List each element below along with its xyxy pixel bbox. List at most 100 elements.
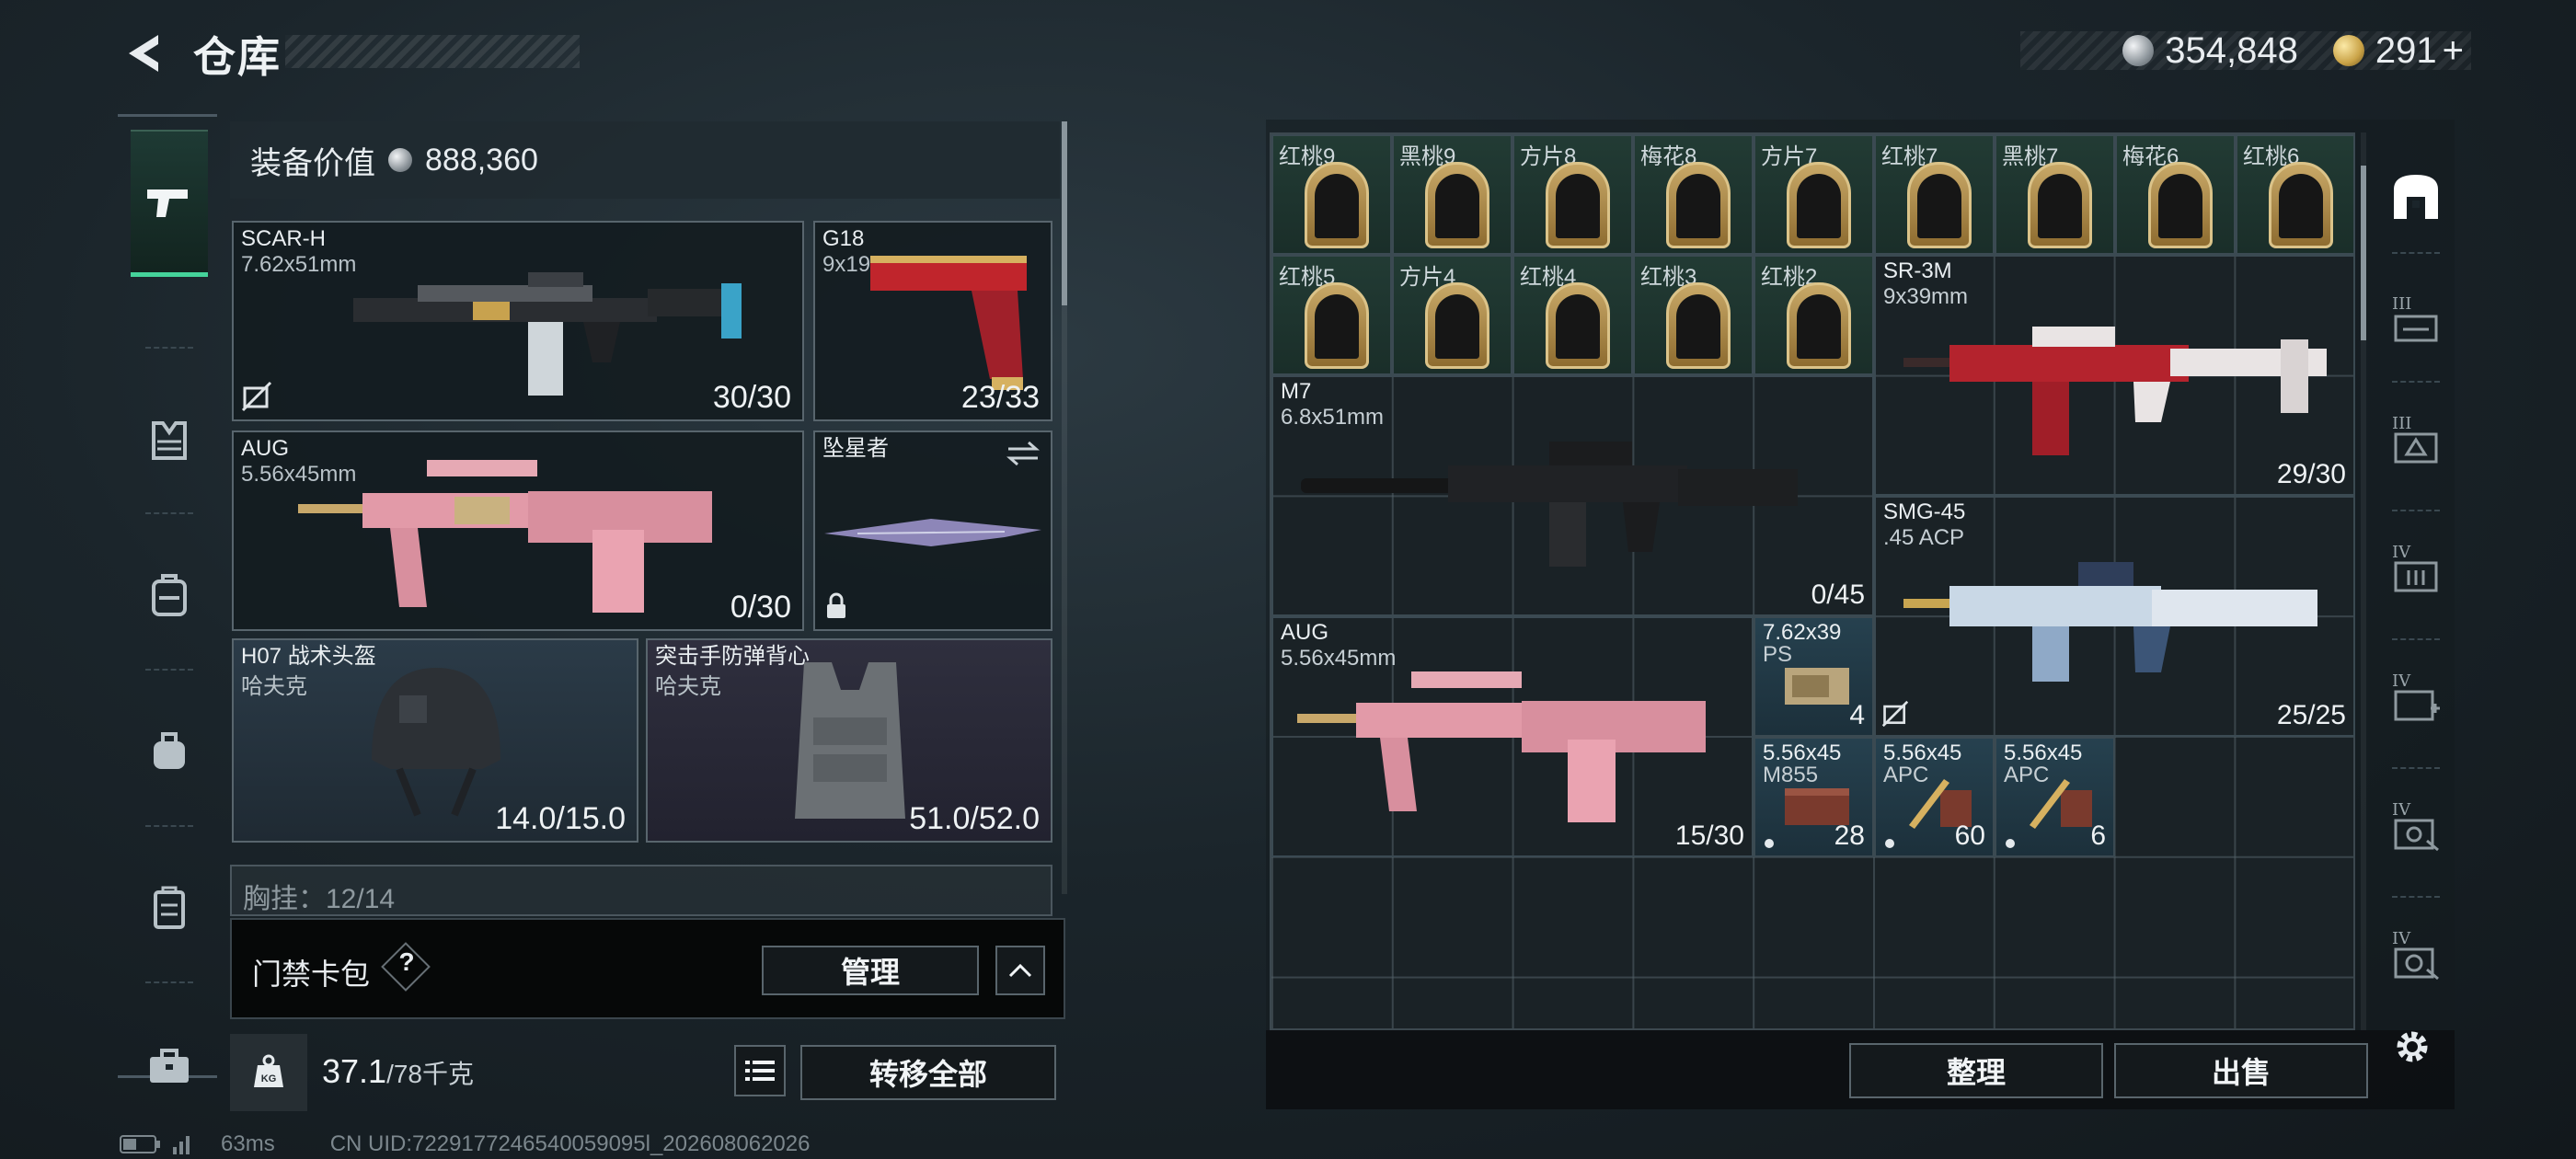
stash-actions: 整理 出售 [1266,1030,2455,1109]
filter-tier-3-gear[interactable]: III [2379,408,2453,482]
filter-all[interactable] [2379,160,2453,234]
weight-bar: KG 37.1/78千克 转移全部 [230,1034,1075,1111]
filter-tier-4-valuables[interactable]: IV [2379,924,2453,997]
keycard-item[interactable]: 红桃6 [2236,134,2355,255]
weapon-caliber: 7.62x51mm [241,252,357,277]
equipment-value: 888,360 [425,142,538,178]
nav-toolbox[interactable] [131,1027,208,1105]
keycard-item[interactable]: 黑桃7 [1995,134,2115,255]
status-bar: 63ms CN UID:7229177246540059095l_2026080… [120,1131,810,1157]
keycard-item[interactable]: 红桃5 [1271,255,1392,375]
armor-durability: 51.0/52.0 [909,801,1040,836]
weight-icon: KG [230,1034,307,1111]
stash-ammo-762-ps[interactable]: 7.62x39 PS 4 [1754,616,1874,737]
add-gold-button[interactable]: + [2443,30,2464,72]
stash-filter-nav: III III IV IV IV IV [2379,123,2453,1054]
gold-amount: 291 [2375,29,2437,71]
svg-text:KG: KG [261,1073,277,1084]
keycard-item[interactable]: 红桃3 [1633,255,1754,375]
silver-coin-icon [2122,35,2155,66]
pistol-slot[interactable]: G18 9x19mm 23/33 [813,221,1052,421]
help-icon[interactable]: ? [396,947,418,977]
secondary-weapon-slot[interactable]: AUG 5.56x45mm 0/30 [232,430,804,631]
stash-ammo-556-apc[interactable]: 5.56x45 APC 60 [1874,737,1995,857]
card-pack-label: 门禁卡包 [252,958,371,991]
chest-rig-icon [152,421,187,460]
keycard-item[interactable]: 红桃9 [1271,134,1392,255]
stash-grid[interactable]: 红桃9 黑桃9 方片8 梅花8 方片7 红桃7 黑桃7 梅花6 红桃6 红桃5 … [1270,132,2355,1030]
nav-pouch[interactable] [131,713,208,790]
keycard-item[interactable]: 红桃2 [1754,255,1874,375]
kettlebell-icon: KG [254,1054,283,1087]
gear-icon [2397,1031,2428,1062]
stash-scroll-thumb[interactable] [2361,166,2366,340]
keycard-item[interactable]: 红桃7 [1874,134,1995,255]
settings-button[interactable] [2390,1025,2434,1069]
back-button[interactable] [116,28,167,79]
keycard-icon [1787,282,1851,369]
equipment-scroll-thumb[interactable] [1062,121,1067,305]
stash-weapon-smg45[interactable]: SMG-45 .45 ACP 25/25 [1874,496,2355,737]
m7-rifle-image [1301,442,1798,567]
aug-rifle-image [1297,671,1706,822]
item-name: SR-3M [1883,258,1952,283]
filter-tier-4-medical[interactable]: IV [2379,666,2453,740]
keycard-icon [2028,162,2092,248]
silver-amount: 354,848 [2165,29,2298,71]
weight-max: /78千克 [386,1060,475,1088]
backpack-icon [152,574,187,616]
manage-button[interactable]: 管理 [762,946,979,995]
nav-backpack[interactable] [131,557,208,634]
stash-weapon-m7[interactable]: M7 6.8x51mm 0/45 [1271,375,1874,616]
keycard-item[interactable]: 黑桃9 [1392,134,1512,255]
stash-weapon-sr3m[interactable]: SR-3M 9x39mm 29/30 [1874,255,2355,496]
helmet-slot[interactable]: H07 战术头盔 哈夫克 14.0/15.0 [232,638,638,843]
armor-vest-image [795,662,905,819]
weight-current: 37.1 [322,1052,387,1090]
keycard-item[interactable]: 方片7 [1754,134,1874,255]
back-arrow-icon [129,35,158,72]
keycard-item[interactable]: 方片8 [1512,134,1633,255]
keycard-item[interactable]: 梅花8 [1633,134,1754,255]
item-ammo: 0/45 [1811,580,1865,610]
keycard-item[interactable]: 方片4 [1392,255,1512,375]
nav-chest-rig[interactable] [131,402,208,479]
sell-button[interactable]: 出售 [2114,1043,2368,1098]
primary-weapon-slot[interactable]: SCAR-H 7.62x51mm 30/30 [232,221,804,421]
keycard-icon [2269,162,2333,248]
keycard-icon [2148,162,2213,248]
swap-icon[interactable] [1005,440,1041,467]
gold-coin-icon [2332,35,2364,66]
collapse-button[interactable] [995,946,1045,995]
signal-icon [173,1136,190,1154]
nav-case[interactable] [131,869,208,947]
transfer-all-button[interactable]: 转移全部 [800,1045,1056,1100]
stash-weapon-aug[interactable]: AUG 5.56x45mm 15/30 [1271,616,1754,857]
filter-tier-3-weapons[interactable]: III [2379,289,2453,362]
keycard-item[interactable]: 梅花6 [2115,134,2236,255]
stash-ammo-556-m855[interactable]: 5.56x45 M855 28 [1754,737,1874,857]
sort-button[interactable]: 整理 [1849,1043,2103,1098]
chest-rig-row[interactable]: 胸挂：12/14 [230,865,1052,916]
filter-tier-4-a[interactable]: IV [2379,537,2453,611]
melee-slot[interactable]: 坠星者 [813,430,1052,631]
nav-weapons[interactable] [131,130,208,277]
helmet-durability: 14.0/15.0 [495,801,626,836]
knife-image [824,519,1041,546]
item-name: M7 [1281,379,1312,404]
item-name: SMG-45 [1883,499,1966,524]
stash-ammo-556-apc[interactable]: 5.56x45 APC 6 [1995,737,2115,857]
ammo-dot [1885,839,1894,848]
page-title: 仓库 [193,33,282,81]
keycard-icon [1787,162,1851,248]
filter-tier-label: IV [2392,929,2411,948]
list-view-button[interactable] [734,1045,786,1096]
keycard-icon [1425,162,1489,248]
item-name: AUG [1281,620,1329,645]
chevron-up-icon [1008,963,1032,978]
item-ammo: 29/30 [2276,459,2346,489]
armor-slot[interactable]: 突击手防弹背心 哈夫克 51.0/52.0 [646,638,1052,843]
filter-tier-4-tools[interactable]: IV [2379,795,2453,868]
uid-text: CN UID:7229177246540059095l_202608062026 [329,1131,811,1156]
keycard-item[interactable]: 红桃4 [1512,255,1633,375]
